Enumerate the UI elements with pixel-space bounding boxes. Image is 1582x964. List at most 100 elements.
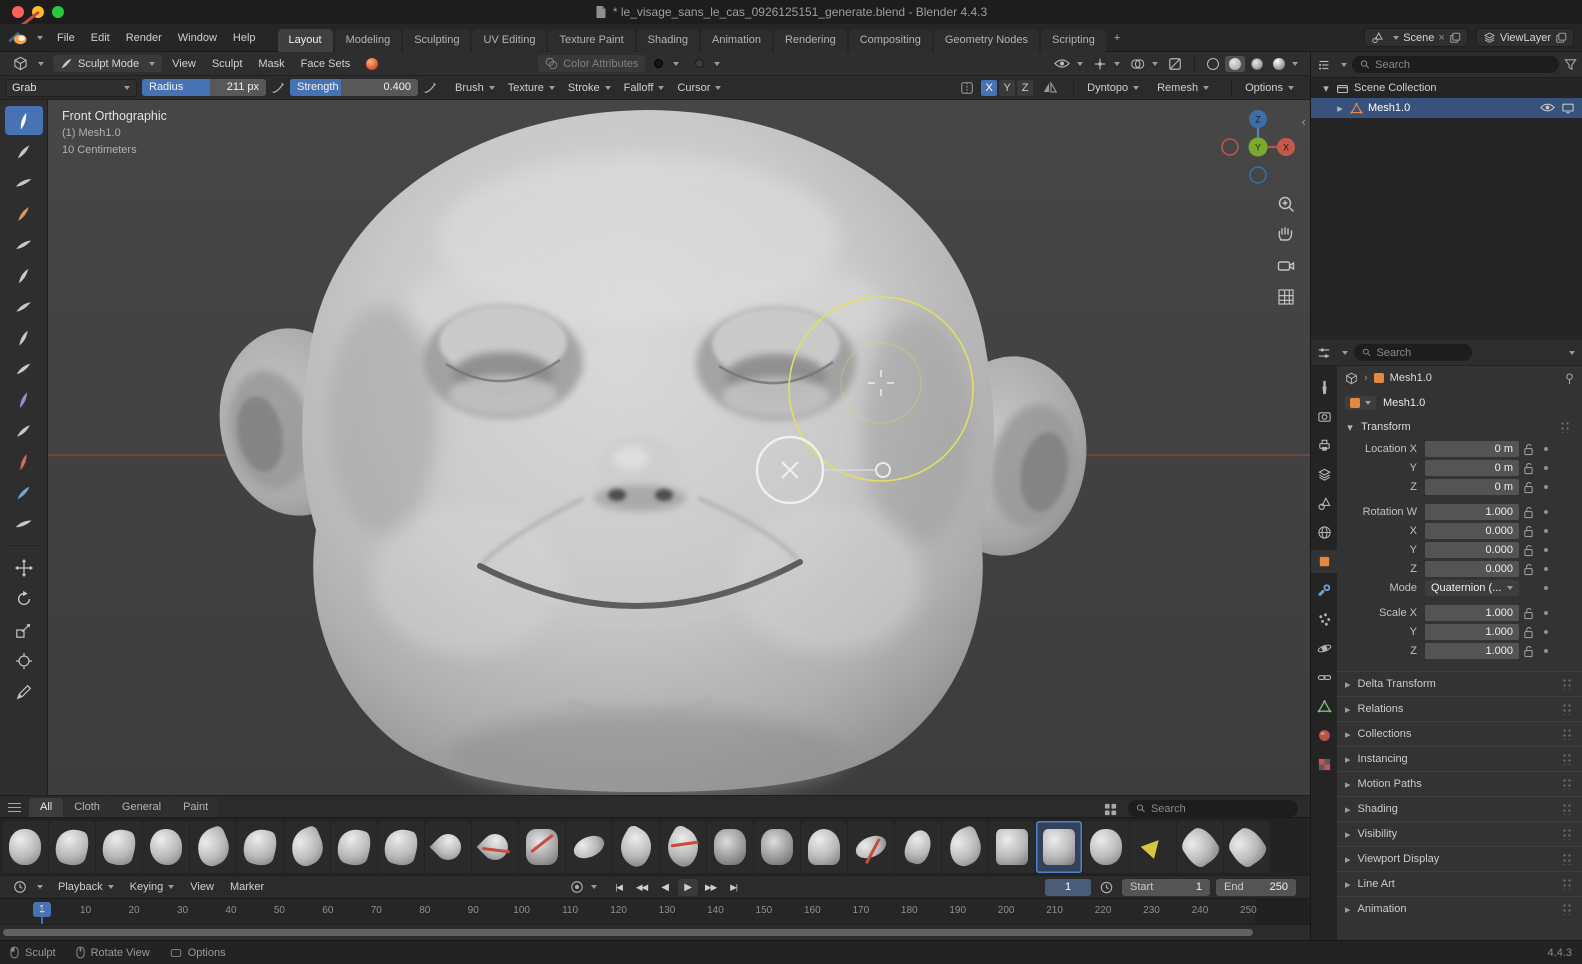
tool-layer[interactable] (5, 230, 43, 259)
viewport-menu-sculpt[interactable]: Sculpt (204, 55, 251, 73)
goto-start-button[interactable]: |◀ (609, 879, 629, 896)
object-visibility-popover[interactable] (1050, 56, 1087, 71)
viewport-menu-mask[interactable]: Mask (250, 55, 292, 73)
popover-cursor[interactable]: Cursor (675, 80, 723, 96)
lock-icon[interactable] (1523, 481, 1538, 494)
timeline-menu-keying[interactable]: Keying (122, 878, 183, 896)
asset-search-input[interactable] (1151, 803, 1290, 815)
brush-asset-23[interactable] (1083, 821, 1129, 873)
shading-rendered-button[interactable] (1269, 56, 1302, 72)
goto-end-button[interactable]: ▶| (724, 879, 744, 896)
object-name-field[interactable]: Mesh1.0 (1383, 397, 1425, 409)
workspace-tab-compositing[interactable]: Compositing (849, 29, 932, 52)
frame-tick-140[interactable]: 140 (707, 905, 724, 916)
properties-tab-data[interactable] (1311, 695, 1337, 718)
blender-logo-icon[interactable] (8, 30, 28, 46)
properties-tab-scene[interactable] (1311, 492, 1337, 515)
frame-tick-130[interactable]: 130 (659, 905, 676, 916)
frame-tick-170[interactable]: 170 (852, 905, 869, 916)
shading-wireframe-button[interactable] (1203, 56, 1223, 72)
tool-annotate[interactable] (5, 677, 43, 706)
tool-scale[interactable] (5, 615, 43, 644)
properties-editor-icon[interactable] (1317, 346, 1331, 360)
value-field-y[interactable]: 1.000 (1425, 624, 1519, 640)
tool-draw[interactable] (5, 106, 43, 135)
value-field-rotation-w[interactable]: 1.000 (1425, 504, 1519, 520)
lock-icon[interactable] (1523, 645, 1538, 658)
lock-icon[interactable] (1523, 626, 1538, 639)
shading-material-button[interactable] (1247, 56, 1267, 72)
brush-asset-12[interactable] (566, 821, 612, 873)
value-field-y[interactable]: 0 m (1425, 460, 1519, 476)
lock-open-icon[interactable] (1523, 506, 1534, 519)
section-delta-transform[interactable]: ▸Delta Transform (1337, 671, 1582, 696)
viewlayer-selector[interactable]: ViewLayer (1476, 28, 1574, 47)
frame-tick-40[interactable]: 40 (225, 905, 236, 916)
frame-tick-1[interactable]: 1 (39, 905, 45, 916)
frame-tick-120[interactable]: 120 (610, 905, 627, 916)
brush-asset-15[interactable] (707, 821, 753, 873)
brush-asset-16[interactable] (754, 821, 800, 873)
tool-flatten[interactable] (5, 385, 43, 414)
value-field-z[interactable]: 0.000 (1425, 561, 1519, 577)
tool-move[interactable] (5, 553, 43, 582)
lock-open-icon[interactable] (1523, 645, 1534, 658)
brush-asset-18[interactable] (848, 821, 894, 873)
play-reverse-button[interactable]: ◀ (655, 879, 675, 896)
properties-tab-render[interactable] (1311, 405, 1337, 428)
drag-handle-icon[interactable] (1560, 421, 1571, 433)
section-motion-paths[interactable]: ▸Motion Paths (1337, 771, 1582, 796)
lock-icon[interactable] (1523, 506, 1538, 519)
brush-asset-3[interactable] (143, 821, 189, 873)
properties-tab-texture[interactable] (1311, 753, 1337, 776)
lock-open-icon[interactable] (1523, 462, 1534, 475)
properties-tab-particles[interactable] (1311, 608, 1337, 631)
xray-toggle[interactable] (1164, 55, 1186, 73)
outliner-row-mesh[interactable]: ▸ Mesh1.0 (1311, 98, 1582, 118)
brush-asset-21[interactable] (989, 821, 1035, 873)
tool-rotate[interactable] (5, 584, 43, 613)
section-line-art[interactable]: ▸Line Art (1337, 871, 1582, 896)
tool-clay[interactable] (5, 168, 43, 197)
brush-asset-25[interactable] (1177, 821, 1223, 873)
3d-viewport[interactable]: Front Orthographic (1) Mesh1.0 10 Centim… (48, 100, 1310, 795)
brush-asset-14[interactable] (660, 821, 706, 873)
viewport-menu-view[interactable]: View (164, 55, 204, 73)
frame-tick-210[interactable]: 210 (1046, 905, 1063, 916)
tool-inflate[interactable] (5, 261, 43, 290)
outliner-row-scene-collection[interactable]: ▾ Scene Collection (1311, 78, 1582, 98)
workspace-tab-uv-editing[interactable]: UV Editing (472, 29, 546, 52)
breadcrumb-object-name[interactable]: Mesh1.0 (1390, 372, 1432, 384)
frame-tick-250[interactable]: 250 (1240, 905, 1257, 916)
frame-tick-60[interactable]: 60 (322, 905, 333, 916)
asset-shelf-menu-icon[interactable] (8, 803, 21, 812)
frame-tick-230[interactable]: 230 (1143, 905, 1160, 916)
properties-tab-output[interactable] (1311, 434, 1337, 457)
frame-tick-50[interactable]: 50 (274, 905, 285, 916)
object-type-dropdown[interactable] (1345, 396, 1376, 410)
properties-search-input[interactable] (1376, 347, 1464, 359)
properties-tab-constraints[interactable] (1311, 666, 1337, 689)
section-shading[interactable]: ▸Shading (1337, 796, 1582, 821)
brush-asset-2[interactable] (96, 821, 142, 873)
brush-asset-0[interactable] (2, 821, 48, 873)
frame-tick-180[interactable]: 180 (901, 905, 918, 916)
properties-tab-world[interactable] (1311, 521, 1337, 544)
brush-asset-9[interactable] (425, 821, 471, 873)
zoom-window-button[interactable] (52, 6, 64, 18)
menu-file[interactable]: File (49, 29, 83, 47)
tool-blob[interactable] (5, 292, 43, 321)
shelf-tab-general[interactable]: General (111, 798, 172, 817)
camera-view-button[interactable] (1274, 254, 1298, 278)
navigation-gizmo[interactable]: Z X Y (1218, 107, 1298, 187)
mirror-x-toggle[interactable]: X (981, 80, 997, 96)
tool-clay-strips[interactable] (5, 199, 43, 228)
radius-slider[interactable]: Radius 211 px (142, 79, 266, 96)
tool-scrape[interactable] (5, 416, 43, 445)
primary-color-dropdown[interactable] (647, 57, 686, 70)
mirror-icon[interactable] (1042, 81, 1058, 94)
frame-tick-100[interactable]: 100 (513, 905, 530, 916)
animate-dot[interactable] (1544, 466, 1548, 470)
display-mode-icon[interactable] (1103, 802, 1118, 817)
frame-tick-20[interactable]: 20 (128, 905, 139, 916)
